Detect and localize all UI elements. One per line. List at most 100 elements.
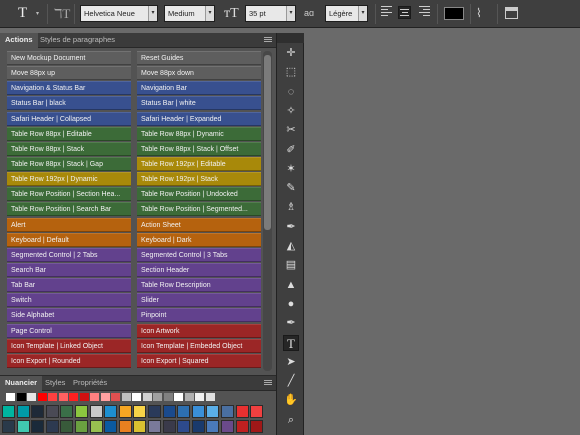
action-button[interactable]: Table Row 88px | Stack | Offset: [137, 141, 261, 156]
swatch[interactable]: [162, 420, 176, 433]
tab-properties[interactable]: Propriétés: [68, 376, 112, 391]
font-style-dropdown[interactable]: Medium ▾: [164, 5, 215, 22]
swatch[interactable]: [250, 405, 264, 418]
action-button[interactable]: Icon Export | Rounded: [7, 353, 131, 368]
action-button[interactable]: Segmented Control | 2 Tabs: [7, 247, 131, 262]
action-button[interactable]: Page Control: [7, 323, 131, 338]
swatch[interactable]: [142, 393, 152, 401]
swatch[interactable]: [60, 405, 74, 418]
swatch[interactable]: [104, 420, 118, 433]
action-button[interactable]: Table Row Position | Section Hea...: [7, 187, 131, 202]
swatch[interactable]: [174, 393, 183, 401]
action-button[interactable]: Table Row Position | Search Bar: [7, 202, 131, 217]
move-tool-icon[interactable]: ✛: [283, 45, 299, 61]
action-button[interactable]: Safari Header | Expanded: [137, 111, 261, 126]
panel-menu-icon[interactable]: [264, 380, 272, 386]
action-button[interactable]: Navigation Bar: [137, 81, 261, 96]
pen-tool-icon[interactable]: ✒: [283, 315, 299, 331]
swatch[interactable]: [250, 420, 264, 433]
blur-tool-icon[interactable]: ▲: [283, 277, 299, 293]
swatch[interactable]: [133, 405, 147, 418]
magic-wand-tool-icon[interactable]: ✧: [283, 103, 299, 119]
swatch[interactable]: [118, 405, 132, 418]
swatch[interactable]: [60, 420, 74, 433]
swatch[interactable]: [45, 420, 59, 433]
action-button[interactable]: Tab Bar: [7, 278, 131, 293]
tab-paragraph-styles[interactable]: Styles de paragraphes: [35, 33, 120, 48]
action-button[interactable]: Slider: [137, 293, 261, 308]
action-button[interactable]: Side Alphabet: [7, 308, 131, 323]
swatch[interactable]: [206, 420, 220, 433]
action-button[interactable]: Table Row 88px | Editable: [7, 126, 131, 141]
tool-preset-chevron-icon[interactable]: ▾: [36, 10, 39, 27]
swatch[interactable]: [163, 393, 173, 401]
action-button[interactable]: Alert: [7, 217, 131, 232]
swatch[interactable]: [27, 393, 36, 401]
brush-tool-icon[interactable]: ✎: [283, 180, 299, 196]
font-size-dropdown[interactable]: 35 pt ▾: [245, 5, 296, 22]
swatch[interactable]: [133, 420, 147, 433]
action-button[interactable]: Table Row 88px | Dynamic: [137, 126, 261, 141]
action-button[interactable]: Move 88px down: [137, 66, 261, 81]
crop-tool-icon[interactable]: ✂: [283, 122, 299, 138]
action-button[interactable]: Safari Header | Collapsed: [7, 111, 131, 126]
action-button[interactable]: Icon Template | Embeded Object: [137, 338, 261, 353]
action-button[interactable]: Navigation & Status Bar: [7, 81, 131, 96]
swatch[interactable]: [177, 420, 191, 433]
swatch[interactable]: [235, 420, 249, 433]
tab-swatches[interactable]: Nuancier: [0, 376, 43, 391]
action-button[interactable]: Table Row 88px | Stack | Gap: [7, 156, 131, 171]
swatch[interactable]: [191, 420, 205, 433]
action-button[interactable]: Icon Template | Linked Object: [7, 338, 131, 353]
swatch[interactable]: [37, 393, 47, 401]
action-button[interactable]: Table Row Position | Undocked: [137, 187, 261, 202]
swatch[interactable]: [69, 393, 78, 401]
lasso-tool-icon[interactable]: ◌: [283, 84, 299, 100]
text-orientation-icon[interactable]: ℸT: [54, 5, 70, 22]
action-button[interactable]: Table Row Position | Segmented...: [137, 202, 261, 217]
tab-styles[interactable]: Styles: [40, 376, 70, 391]
swatch[interactable]: [79, 393, 89, 401]
swatch[interactable]: [75, 405, 88, 418]
swatch[interactable]: [100, 393, 110, 401]
swatch[interactable]: [31, 420, 45, 433]
swatch[interactable]: [89, 405, 103, 418]
swatch[interactable]: [6, 393, 15, 401]
action-button[interactable]: Status Bar | white: [137, 96, 261, 111]
swatch[interactable]: [89, 420, 103, 433]
swatch[interactable]: [16, 405, 30, 418]
swatch[interactable]: [132, 393, 141, 401]
swatch[interactable]: [2, 420, 15, 433]
action-button[interactable]: Keyboard | Dark: [137, 232, 261, 247]
action-button[interactable]: Move 88px up: [7, 66, 131, 81]
swatch[interactable]: [16, 393, 26, 401]
document-canvas-area[interactable]: [304, 28, 580, 435]
swatch[interactable]: [221, 420, 234, 433]
swatch[interactable]: [184, 393, 194, 401]
action-button[interactable]: Icon Export | Squared: [137, 353, 261, 368]
swatch[interactable]: [90, 393, 99, 401]
action-button[interactable]: Status Bar | black: [7, 96, 131, 111]
gradient-tool-icon[interactable]: ▤: [283, 257, 299, 273]
action-button[interactable]: Pinpoint: [137, 308, 261, 323]
swatch[interactable]: [206, 405, 220, 418]
action-button[interactable]: Table Row 88px | Stack: [7, 141, 131, 156]
character-panel-icon[interactable]: [505, 7, 518, 19]
action-button[interactable]: Table Row 192px | Editable: [137, 156, 261, 171]
panel-menu-icon[interactable]: [264, 37, 272, 43]
hand-tool-icon[interactable]: ✋: [283, 392, 299, 408]
align-left-icon[interactable]: [381, 6, 394, 19]
clone-stamp-tool-icon[interactable]: ♗: [283, 199, 299, 215]
actions-scrollbar-thumb[interactable]: [264, 55, 271, 230]
swatch[interactable]: [221, 405, 234, 418]
swatch[interactable]: [104, 405, 118, 418]
action-button[interactable]: Reset Guides: [137, 51, 261, 65]
swatch[interactable]: [148, 405, 161, 418]
swatch[interactable]: [177, 405, 191, 418]
line-tool-icon[interactable]: ╱: [283, 373, 299, 389]
swatch[interactable]: [48, 393, 57, 401]
swatch[interactable]: [235, 405, 249, 418]
action-button[interactable]: Table Row 192px | Dynamic: [7, 172, 131, 187]
swatch[interactable]: [162, 405, 176, 418]
antialias-dropdown[interactable]: Légère ▾: [325, 5, 368, 22]
